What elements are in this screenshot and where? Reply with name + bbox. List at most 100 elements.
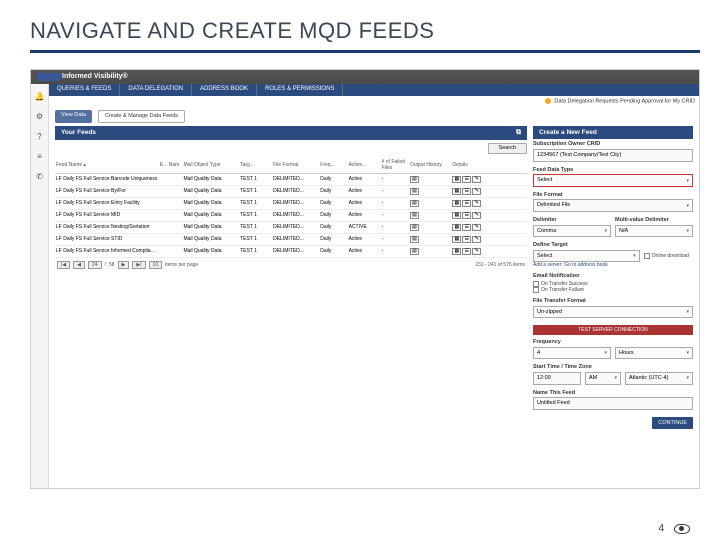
grid-icon[interactable]: ▦ [452, 236, 461, 243]
table-row[interactable]: LF Daily FS Full Service MIDMail Quality… [55, 209, 527, 221]
tab-address-book[interactable]: ADDRESS BOOK [192, 84, 257, 96]
history-icon[interactable]: ▤ [410, 236, 419, 243]
col-target[interactable]: Targ... [239, 157, 272, 174]
start-ampm-select[interactable]: AM [585, 372, 621, 385]
grid-icon[interactable]: ▦ [452, 212, 461, 219]
add-server-link[interactable]: Add a server: Go to address book [533, 262, 693, 268]
table-cell: - [381, 173, 409, 185]
list-icon[interactable]: ☰ [462, 224, 471, 231]
frequency-number-select[interactable]: 4 [533, 347, 611, 360]
tab-roles-permissions[interactable]: ROLES & PERMISSIONS [257, 84, 343, 96]
history-icon[interactable]: ▤ [410, 188, 419, 195]
col-active[interactable]: Active... [348, 157, 381, 174]
pager-per-page-select[interactable]: 10 [149, 261, 163, 269]
col-failed[interactable]: # of Failed Files [381, 157, 409, 174]
create-feed-header: Create a New Feed [533, 126, 693, 140]
history-icon[interactable]: ▤ [410, 176, 419, 183]
history-icon[interactable]: ▤ [410, 212, 419, 219]
grid-icon[interactable]: ▦ [452, 200, 461, 207]
name-feed-label: Name This Feed [533, 390, 693, 397]
search-input[interactable]: Search [488, 143, 527, 154]
table-cell [159, 221, 183, 233]
output-history-cell: ▤ [409, 209, 451, 221]
table-cell [159, 245, 183, 257]
list-icon[interactable]: ☰ [462, 248, 471, 255]
col-freq[interactable]: Freq... [319, 157, 347, 174]
start-tz-select[interactable]: Atlantic (UTC-4) [625, 372, 693, 385]
file-format-select[interactable]: Delimited File [533, 199, 693, 212]
col-file-format[interactable]: File Format [272, 157, 319, 174]
table-cell: LF Daily FS Full Service By/For [55, 185, 159, 197]
gear-icon[interactable]: ⚙ [35, 112, 45, 122]
data-type-select[interactable]: Select [533, 174, 693, 187]
history-icon[interactable]: ▤ [410, 248, 419, 255]
list-icon[interactable]: ☰ [462, 176, 471, 183]
grid-icon[interactable]: ▦ [452, 176, 461, 183]
edit-icon[interactable]: ✎ [472, 188, 481, 195]
table-cell: Daily [319, 173, 347, 185]
history-icon[interactable]: ▤ [410, 200, 419, 207]
pager-page-input[interactable]: 24 [88, 261, 102, 269]
approval-banner[interactable]: Data Delegation Requests Pending Approva… [49, 96, 699, 107]
table-row[interactable]: LF Daily FS Full Service Barcode Uniquen… [55, 173, 527, 185]
table-cell: Mail Quality Data [182, 221, 239, 233]
history-icon[interactable]: ▤ [410, 224, 419, 231]
menu-lines-icon[interactable]: ≡ [35, 152, 45, 162]
table-row[interactable]: LF Daily FS Full Service Entry FacilityM… [55, 197, 527, 209]
list-icon[interactable]: ☰ [462, 188, 471, 195]
list-icon[interactable]: ☰ [462, 212, 471, 219]
slide-title: NAVIGATE AND CREATE MQD FEEDS [30, 18, 700, 53]
grid-icon[interactable]: ▦ [452, 248, 461, 255]
pager-prev[interactable]: ◀ [73, 261, 85, 269]
edit-icon[interactable]: ✎ [472, 224, 481, 231]
col-mail-object[interactable]: Mail Object Type [182, 157, 239, 174]
pager-last[interactable]: ▶| [132, 261, 145, 269]
table-row[interactable]: LF Daily FS Full Service Nesting/Sortati… [55, 221, 527, 233]
edit-icon[interactable]: ✎ [472, 200, 481, 207]
on-failure-checkbox[interactable] [533, 287, 539, 293]
col-output-history[interactable]: Output History [409, 157, 451, 174]
output-history-cell: ▤ [409, 233, 451, 245]
start-time-input[interactable]: 12:00 [533, 372, 581, 385]
edit-icon[interactable]: ✎ [472, 248, 481, 255]
grid-icon[interactable]: ▦ [452, 224, 461, 231]
pager-first[interactable]: |◀ [57, 261, 70, 269]
bell-icon[interactable]: 🔔 [35, 92, 45, 102]
external-link-icon[interactable]: ⧉ [516, 129, 521, 137]
table-cell: DELIMITED... [272, 209, 319, 221]
pager-next[interactable]: ▶ [118, 261, 130, 269]
table-cell: LF Daily FS Full Service MID [55, 209, 159, 221]
col-feed-name[interactable]: Feed Name ▴ [55, 157, 159, 174]
col-enam[interactable]: E... Nam [159, 157, 183, 174]
list-icon[interactable]: ☰ [462, 236, 471, 243]
approval-banner-text: Data Delegation Requests Pending Approva… [554, 98, 695, 104]
delimiter-select[interactable]: Comma [533, 225, 611, 238]
table-row[interactable]: LF Daily FS Full Service Informed Compli… [55, 245, 527, 257]
mvd-select[interactable]: N/A [615, 225, 693, 238]
help-icon[interactable]: ? [35, 132, 45, 142]
test-server-button[interactable]: TEST SERVER CONNECTION [533, 325, 693, 335]
list-icon[interactable]: ☰ [462, 200, 471, 207]
edit-icon[interactable]: ✎ [472, 176, 481, 183]
table-row[interactable]: LF Daily FS Full Service STIDMail Qualit… [55, 233, 527, 245]
frequency-unit-select[interactable]: Hours [615, 347, 693, 360]
online-target-checkbox[interactable] [644, 253, 650, 259]
view-data-button[interactable]: View Data [55, 110, 92, 123]
edit-icon[interactable]: ✎ [472, 236, 481, 243]
col-details[interactable]: Details [451, 157, 527, 174]
table-cell: - [381, 197, 409, 209]
name-feed-input[interactable]: Untitled Feed [533, 397, 693, 410]
transfer-format-select[interactable]: Un-zipped [533, 306, 693, 319]
continue-button[interactable]: CONTINUE [652, 417, 693, 430]
table-row[interactable]: LF Daily FS Full Service By/ForMail Qual… [55, 185, 527, 197]
your-feeds-header: Your Feeds ⧉ [55, 126, 527, 140]
manage-feeds-button[interactable]: Create & Manage Data Feeds [98, 110, 185, 123]
target-select[interactable]: Select [533, 250, 640, 263]
tab-queries-feeds[interactable]: QUERIES & FEEDS [49, 84, 120, 96]
grid-icon[interactable]: ▦ [452, 188, 461, 195]
tab-data-delegation[interactable]: DATA DELEGATION [120, 84, 192, 96]
phone-icon[interactable]: ✆ [35, 172, 45, 182]
table-cell: DELIMITED... [272, 197, 319, 209]
edit-icon[interactable]: ✎ [472, 212, 481, 219]
pager: |◀ ◀ 24 / 58 ▶ ▶| 10 items per page 231 … [55, 258, 527, 272]
